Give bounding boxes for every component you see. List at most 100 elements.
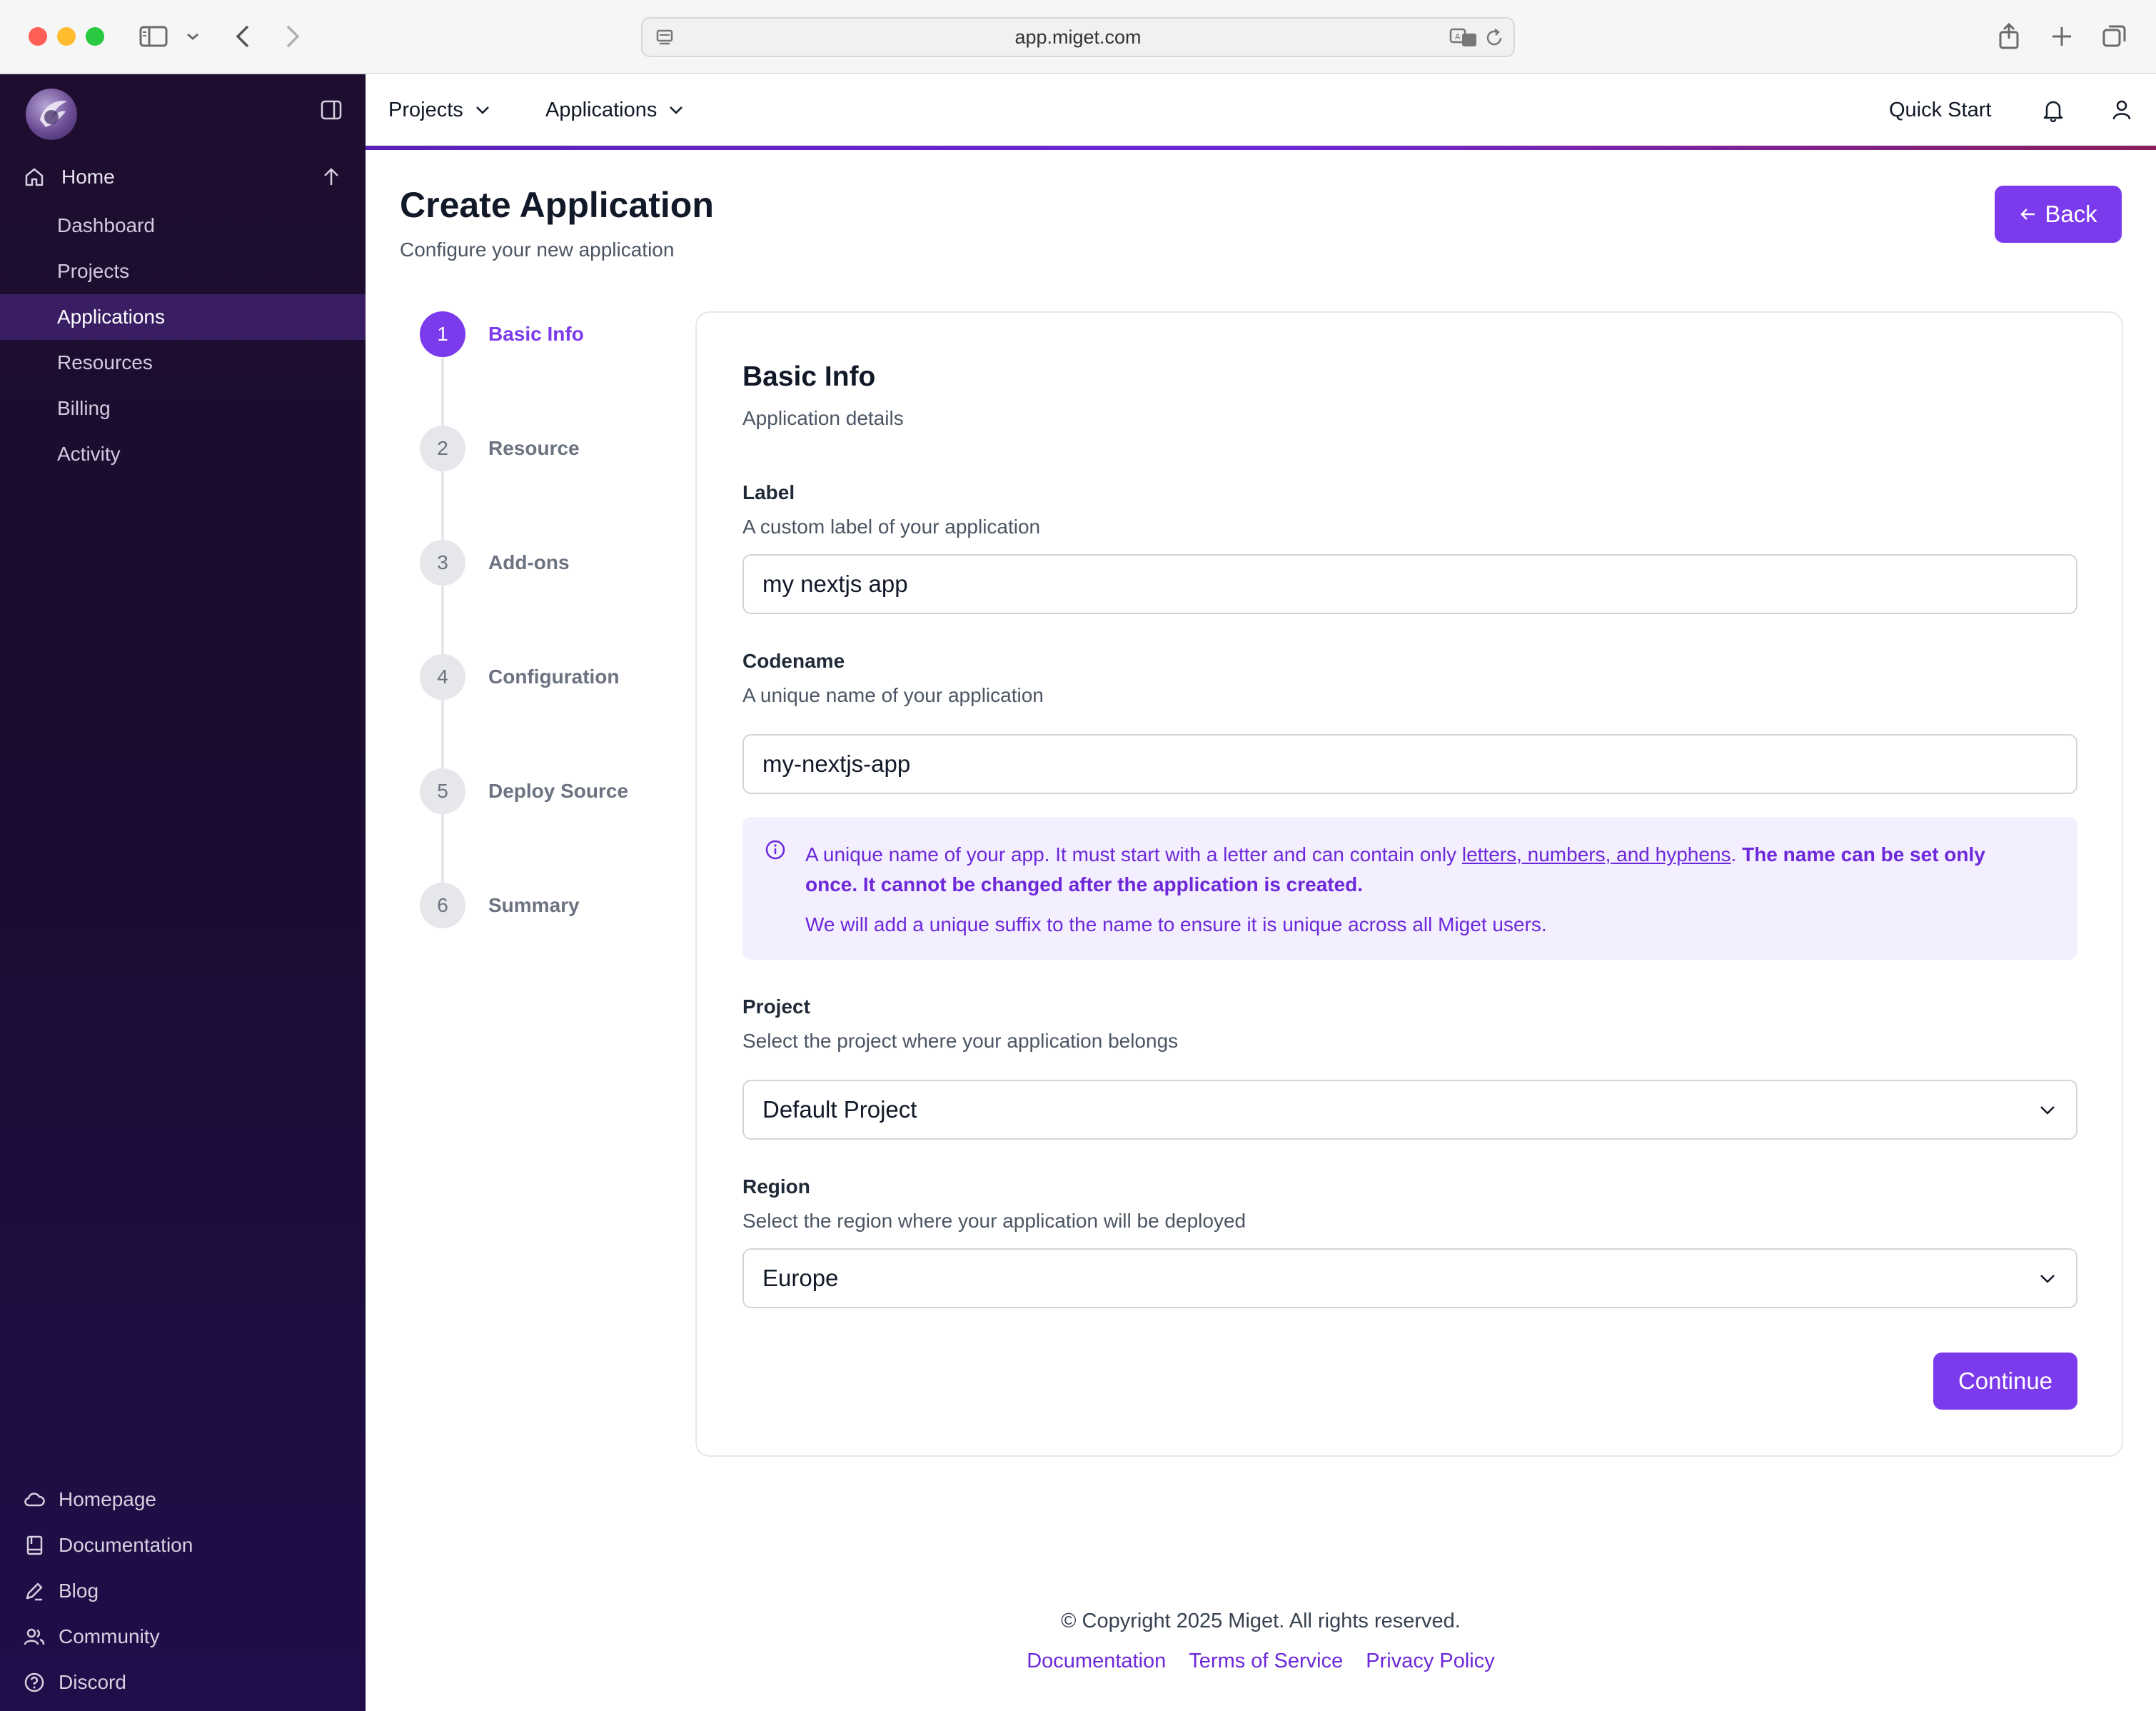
- page-subtitle: Configure your new application: [400, 239, 675, 261]
- sidebar-toggle-icon[interactable]: [137, 20, 170, 53]
- bell-icon[interactable]: [2040, 97, 2066, 123]
- step-number: 5: [420, 768, 465, 814]
- step-resource[interactable]: 2 Resource: [420, 426, 705, 471]
- browser-chrome: app.miget.com A: [0, 0, 2156, 74]
- card-title: Basic Info: [742, 361, 876, 392]
- book-icon: [26, 1535, 43, 1555]
- continue-button[interactable]: Continue: [1933, 1353, 2077, 1410]
- tab-overview-icon[interactable]: [2100, 20, 2129, 53]
- back-button-label: Back: [2045, 201, 2097, 227]
- sidebar-item-resources[interactable]: Resources: [0, 340, 366, 386]
- step-deploy-source[interactable]: 5 Deploy Source: [420, 768, 705, 814]
- topbar-gradient-line: [366, 146, 2156, 150]
- maximize-window-button[interactable]: [86, 27, 104, 46]
- label-field-help: A custom label of your application: [742, 516, 1041, 538]
- sidebar-item-home[interactable]: Home: [23, 159, 343, 196]
- pen-icon: [26, 1582, 43, 1601]
- codename-info-alert: A unique name of your app. It must start…: [742, 817, 2077, 960]
- codename-field-help: A unique name of your application: [742, 684, 1044, 706]
- translate-icon[interactable]: A: [1449, 27, 1478, 49]
- close-window-button[interactable]: [29, 27, 47, 46]
- info-suffix-note: We will add a unique suffix to the name …: [805, 913, 1547, 935]
- collapse-sidebar-icon[interactable]: [320, 99, 343, 121]
- applications-menu-label: Applications: [545, 98, 658, 121]
- step-connector: [441, 700, 444, 768]
- back-arrow-icon[interactable]: [230, 20, 256, 53]
- region-field-help: Select the region where your application…: [742, 1210, 1246, 1232]
- chevron-down-icon[interactable]: [184, 20, 201, 53]
- sidebar-item-blog[interactable]: Blog: [23, 1572, 343, 1610]
- sidebar-item-dashboard[interactable]: Dashboard: [0, 203, 366, 249]
- region-field-label: Region: [742, 1175, 810, 1198]
- home-icon: [25, 168, 44, 186]
- step-connector: [441, 814, 444, 883]
- sidebar-item-community[interactable]: Community: [23, 1618, 343, 1655]
- applications-menu[interactable]: Applications: [545, 74, 684, 146]
- sidebar-discord-label: Discord: [59, 1671, 126, 1693]
- help-circle-icon: [24, 1672, 44, 1692]
- label-input[interactable]: my nextjs app: [742, 554, 2077, 614]
- info-text: .: [1731, 843, 1743, 865]
- step-label: Add-ons: [488, 551, 570, 573]
- step-number: 3: [420, 540, 465, 586]
- copyright-text: © Copyright 2025 Miget. All rights reser…: [1061, 1610, 1461, 1632]
- step-number: 4: [420, 654, 465, 700]
- sidebar: Home Dashboard Projects Applications Res…: [0, 74, 366, 1711]
- step-basic-info[interactable]: 1 Basic Info: [420, 311, 705, 357]
- url-bar[interactable]: app.miget.com A: [641, 17, 1515, 57]
- sidebar-item-homepage[interactable]: Homepage: [23, 1481, 343, 1518]
- step-label: Configuration: [488, 666, 620, 688]
- step-add-ons[interactable]: 3 Add-ons: [420, 540, 705, 586]
- project-select[interactable]: Default Project: [742, 1080, 2077, 1140]
- reload-icon[interactable]: [1483, 27, 1505, 49]
- back-button[interactable]: Back: [1995, 186, 2122, 243]
- forward-arrow-icon[interactable]: [280, 20, 306, 53]
- top-bar: Projects Applications Quick Start: [366, 74, 2156, 146]
- quick-start-link[interactable]: Quick Start: [1889, 74, 1991, 146]
- allowed-characters-link[interactable]: letters, numbers, and hyphens: [1462, 843, 1731, 865]
- footer-terms-link[interactable]: Terms of Service: [1189, 1650, 1343, 1673]
- codename-field-label: Codename: [742, 650, 845, 672]
- footer-documentation-link[interactable]: Documentation: [1027, 1650, 1166, 1673]
- sidebar-community-label: Community: [59, 1625, 160, 1647]
- miget-logo[interactable]: [26, 89, 77, 140]
- footer-links: Documentation Terms of Service Privacy P…: [366, 1650, 2156, 1673]
- sidebar-item-projects[interactable]: Projects: [0, 249, 366, 294]
- share-icon[interactable]: [1995, 20, 2023, 53]
- user-icon[interactable]: [2109, 97, 2135, 123]
- info-text: A unique name of your app. It must start…: [805, 843, 1462, 865]
- region-select[interactable]: Europe: [742, 1248, 2077, 1308]
- chevron-down-icon: [475, 106, 489, 114]
- step-summary[interactable]: 6 Summary: [420, 883, 705, 928]
- card-subtitle: Application details: [742, 407, 904, 429]
- step-number: 2: [420, 426, 465, 471]
- footer-privacy-link[interactable]: Privacy Policy: [1366, 1650, 1495, 1673]
- project-field-help: Select the project where your applicatio…: [742, 1030, 1179, 1052]
- info-icon: [765, 840, 785, 860]
- chevron-down-icon: [670, 106, 683, 114]
- step-label: Basic Info: [488, 323, 584, 345]
- users-icon: [24, 1628, 45, 1645]
- step-connector: [441, 357, 444, 426]
- page-title: Create Application: [400, 185, 714, 225]
- sidebar-blog-label: Blog: [59, 1580, 99, 1602]
- codename-input[interactable]: my-nextjs-app: [742, 734, 2077, 794]
- sidebar-item-applications[interactable]: Applications: [0, 294, 366, 340]
- sidebar-item-documentation[interactable]: Documentation: [23, 1527, 343, 1564]
- projects-menu-label: Projects: [388, 98, 463, 121]
- basic-info-card: Basic Info Application details Label A c…: [695, 311, 2123, 1457]
- arrow-up-icon[interactable]: [320, 166, 343, 189]
- chevron-down-icon: [2040, 1275, 2055, 1283]
- sidebar-home-label: Home: [61, 166, 115, 188]
- sidebar-item-billing[interactable]: Billing: [0, 386, 366, 431]
- projects-menu[interactable]: Projects: [388, 74, 490, 146]
- step-number: 6: [420, 883, 465, 928]
- step-number: 1: [420, 311, 465, 357]
- sidebar-item-discord[interactable]: Discord: [23, 1664, 343, 1701]
- sidebar-homepage-label: Homepage: [59, 1488, 156, 1510]
- sidebar-item-activity[interactable]: Activity: [0, 431, 366, 477]
- new-tab-icon[interactable]: [2047, 20, 2076, 53]
- url-text: app.miget.com: [1014, 26, 1142, 48]
- step-configuration[interactable]: 4 Configuration: [420, 654, 705, 700]
- minimize-window-button[interactable]: [57, 27, 76, 46]
